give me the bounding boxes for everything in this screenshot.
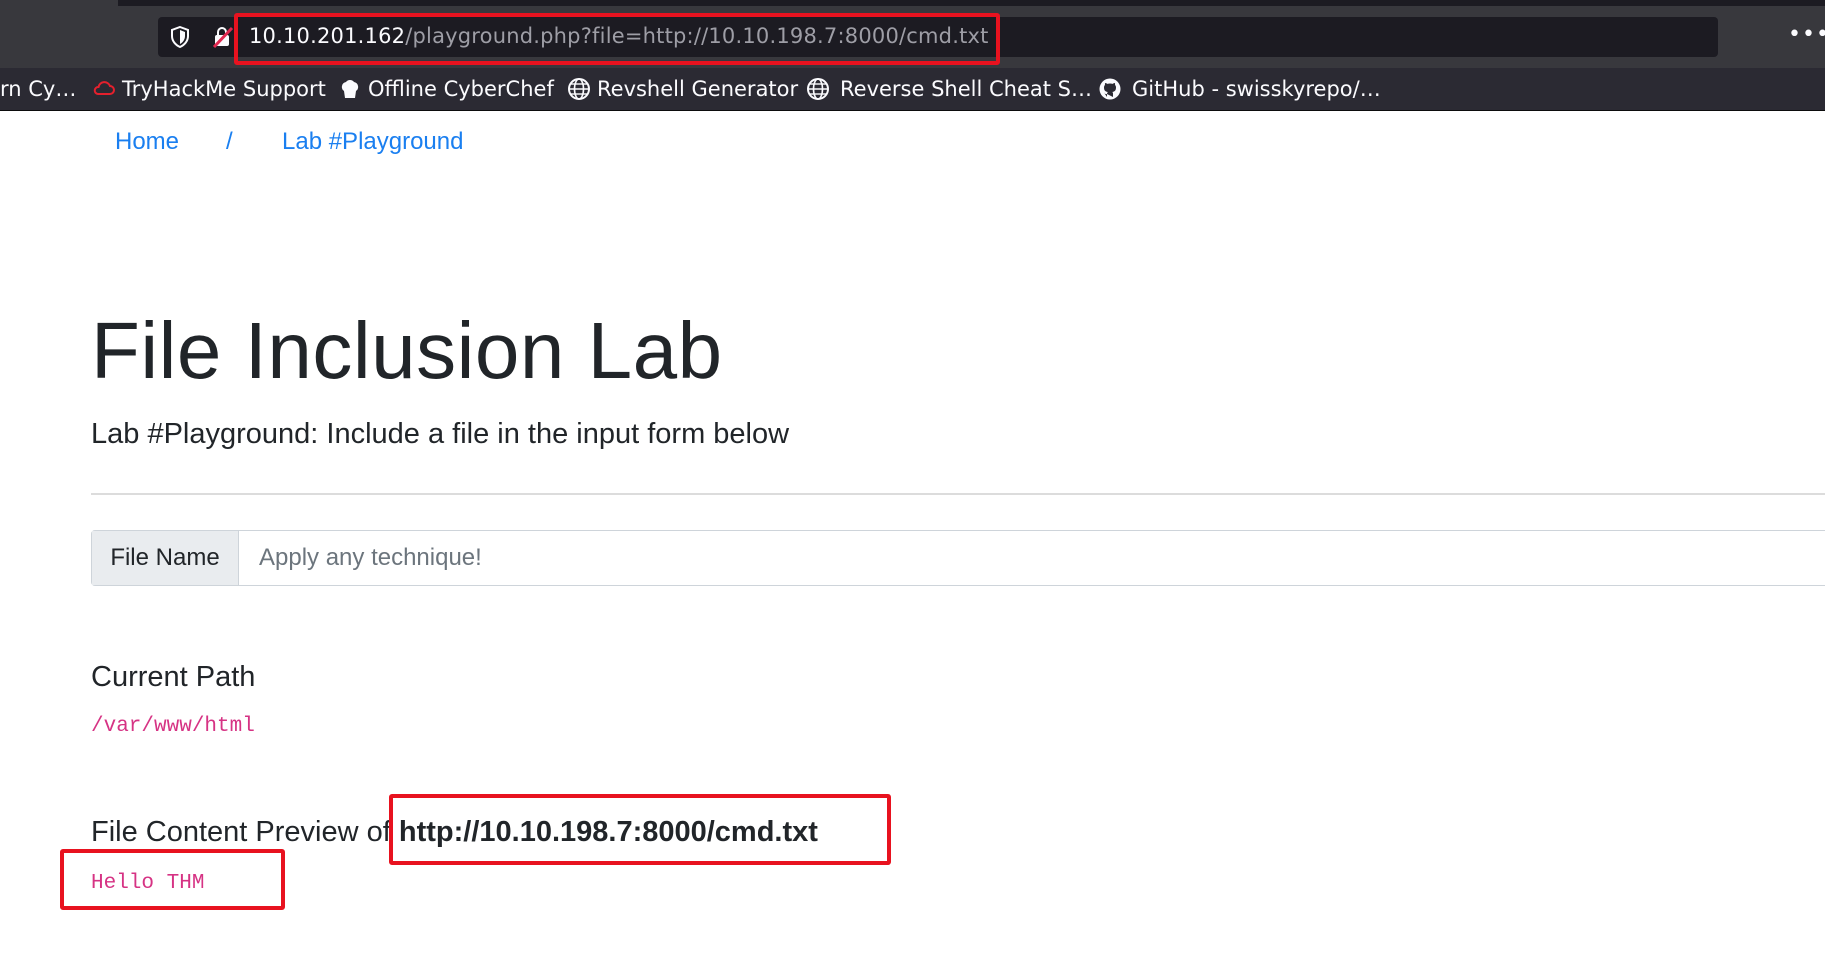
- github-icon: [1099, 78, 1121, 100]
- divider: [91, 493, 1825, 495]
- bookmark-tryhackme-support[interactable]: TryHackMe Support: [92, 75, 326, 103]
- current-path-value: /var/www/html: [91, 715, 255, 738]
- bookmark-label: TryHackMe Support: [122, 77, 326, 101]
- annotation-box-content: [60, 849, 285, 910]
- insecure-lock-icon[interactable]: [212, 26, 234, 48]
- more-horizontal-icon[interactable]: •••: [1788, 24, 1825, 46]
- bookmark-offline-cyberchef[interactable]: Offline CyberChef: [338, 75, 554, 103]
- annotation-box-url: [234, 13, 1000, 65]
- bookmark-item[interactable]: rn Cy…: [0, 75, 76, 103]
- bookmark-reverse-shell-cheat-sheet[interactable]: Reverse Shell Cheat S…: [806, 75, 1092, 103]
- bookmark-revshell-generator[interactable]: Revshell Generator: [567, 75, 798, 103]
- bookmark-label: rn Cy…: [0, 77, 77, 101]
- bookmark-label: Reverse Shell Cheat S…: [840, 77, 1092, 101]
- bookmark-github-swisskyrepo[interactable]: GitHub - swisskyrepo/…: [1098, 75, 1381, 103]
- tracking-shield-icon[interactable]: [170, 26, 190, 48]
- file-name-addon-label: File Name: [92, 531, 239, 585]
- annotation-box-filename: [389, 794, 891, 865]
- breadcrumb-lab-playground-link[interactable]: Lab #Playground: [282, 128, 463, 156]
- current-path-heading: Current Path: [91, 661, 256, 693]
- file-preview-prefix: File Content Preview of: [91, 816, 399, 848]
- page-title: File Inclusion Lab: [91, 306, 723, 395]
- bookmark-label: Offline CyberChef: [368, 77, 554, 101]
- file-name-input-group: File Name: [91, 530, 1825, 586]
- page-lead: Lab #Playground: Include a file in the i…: [91, 418, 790, 450]
- cloud-icon: [93, 81, 115, 95]
- globe-icon: [807, 78, 829, 100]
- chef-hat-icon: [341, 80, 359, 98]
- breadcrumb-home-link[interactable]: Home: [115, 128, 179, 156]
- file-name-input[interactable]: [239, 531, 1825, 585]
- bookmark-label: Revshell Generator: [597, 77, 799, 101]
- globe-icon: [568, 78, 590, 100]
- breadcrumb-separator: /: [226, 128, 233, 155]
- bookmark-label: GitHub - swisskyrepo/…: [1132, 77, 1381, 101]
